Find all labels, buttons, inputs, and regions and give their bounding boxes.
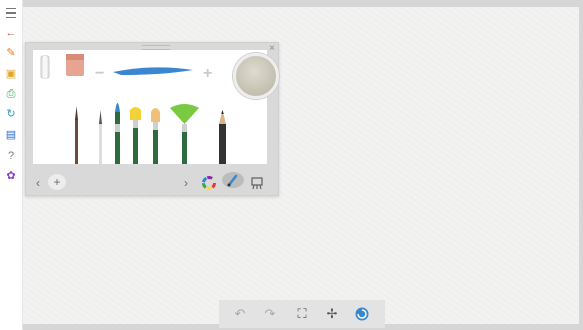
canvas-top-border <box>23 0 583 7</box>
brush-panel: × − + ‹ + › <box>25 42 279 196</box>
settings-icon[interactable]: ✿ <box>3 168 19 184</box>
liner-brush-icon[interactable] <box>99 110 102 164</box>
brush-tool-icon[interactable]: ✎ <box>3 45 19 61</box>
chevron-left-icon[interactable]: ‹ <box>32 175 44 191</box>
hamburger-menu-icon[interactable] <box>3 5 19 21</box>
redo-icon[interactable]: ↷ <box>261 305 279 323</box>
add-brush-button[interactable]: + <box>48 174 66 190</box>
stroke-size-preview[interactable] <box>113 67 193 75</box>
fit-to-screen-icon[interactable]: ⛶ <box>293 305 311 323</box>
easel-canvas-icon[interactable] <box>248 175 266 191</box>
current-color-swatch[interactable] <box>233 53 279 99</box>
close-icon[interactable]: × <box>269 44 275 54</box>
size-decrease-button[interactable]: − <box>95 66 104 82</box>
flat-brush-yellow-icon[interactable] <box>130 107 141 164</box>
pencil-tool-icon[interactable] <box>40 55 50 79</box>
blue-circle-icon[interactable] <box>353 305 371 323</box>
tool-tray: − + <box>33 50 279 164</box>
fan-brush-icon[interactable] <box>170 104 199 164</box>
size-increase-button[interactable]: + <box>203 66 212 82</box>
fan-dryer-icon[interactable]: ✢ <box>323 305 341 323</box>
chevron-right-icon[interactable]: › <box>180 175 192 191</box>
undo-icon[interactable]: ↶ <box>231 305 249 323</box>
help-icon[interactable]: ? <box>3 148 19 164</box>
canvas-right-border <box>579 7 583 324</box>
color-wheel-icon[interactable] <box>200 175 218 191</box>
graphite-pencil-icon[interactable] <box>219 110 226 164</box>
print-icon[interactable]: ⎙ <box>3 86 19 102</box>
app-sidebar: ← ✎ ▣ ⎙ ↻ ▤ ? ✿ <box>0 0 23 330</box>
round-brush-blue-icon[interactable] <box>115 103 120 164</box>
eraser-tool-icon[interactable] <box>66 54 84 76</box>
share-icon[interactable]: ↻ <box>3 106 19 122</box>
folder-icon[interactable]: ▣ <box>3 66 19 82</box>
round-brush-thin-icon[interactable] <box>75 106 78 164</box>
back-arrow-icon[interactable]: ← <box>3 25 19 41</box>
save-icon[interactable]: ▤ <box>3 127 19 143</box>
brush-tab-icon[interactable] <box>222 172 244 188</box>
bottom-toolbar: ↶ ↷ ⛶ ✢ <box>219 300 385 328</box>
panel-bottom-row: ‹ + › <box>26 171 278 195</box>
tools-art <box>40 54 226 164</box>
filbert-brush-icon[interactable] <box>151 108 160 164</box>
